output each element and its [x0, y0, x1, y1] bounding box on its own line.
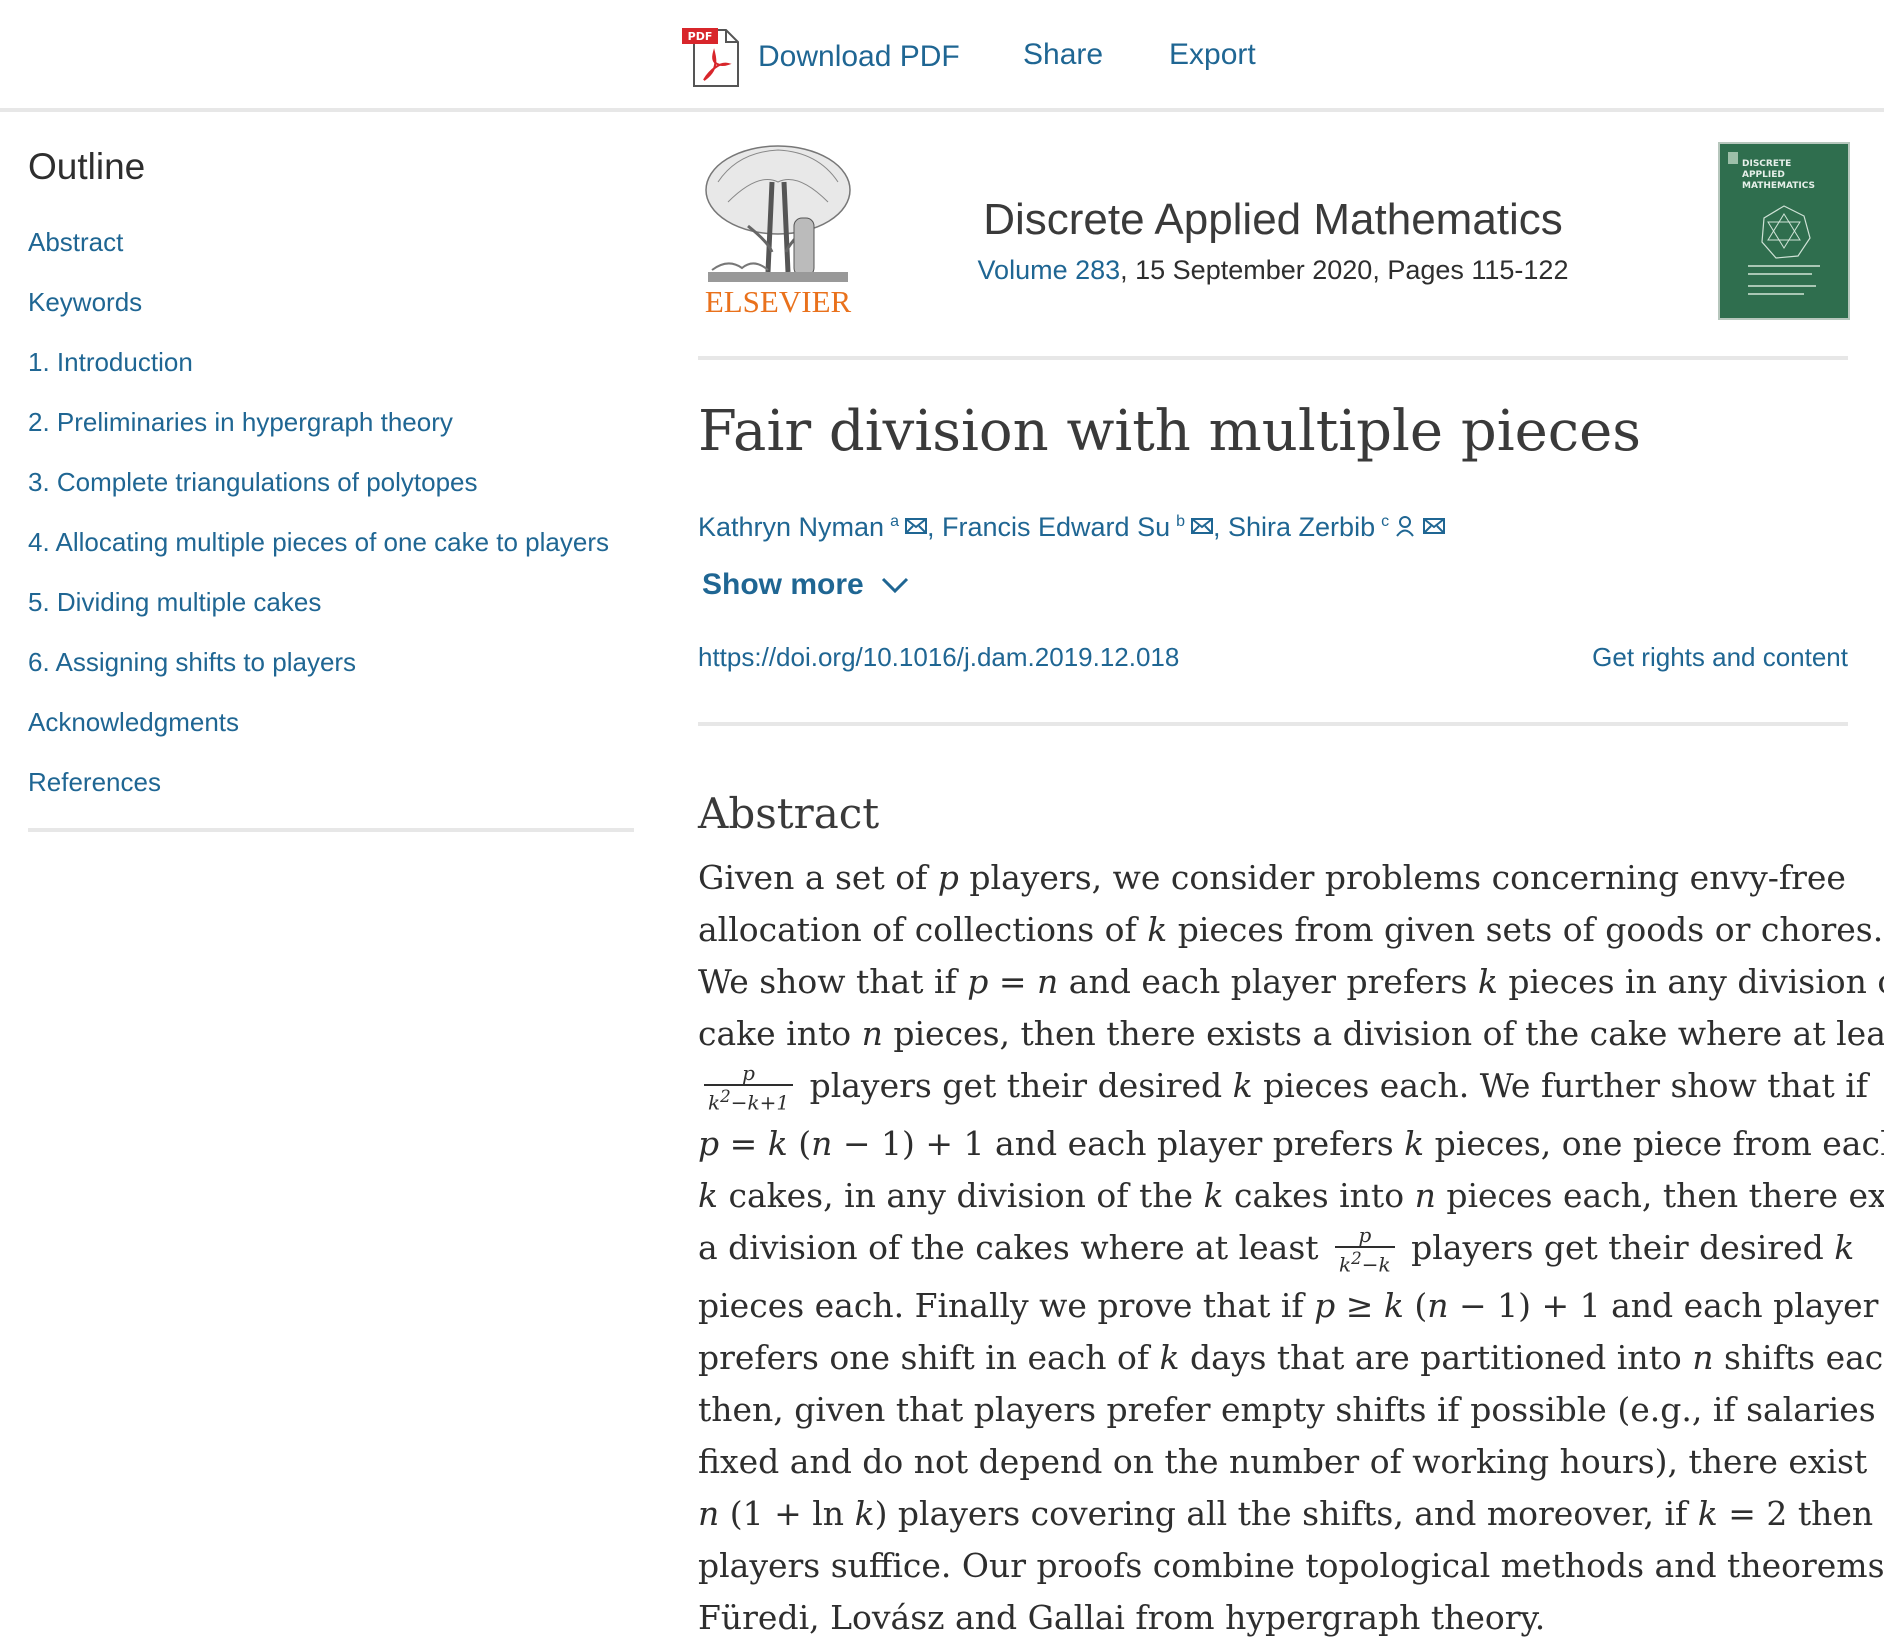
- author-link[interactable]: Kathryn Nyman: [698, 512, 884, 542]
- pdf-file-icon: PDF: [682, 28, 739, 87]
- author-link[interactable]: Shira Zerbib: [1228, 512, 1375, 542]
- outline-item-triangulations[interactable]: 3. Complete triangulations of polytopes: [28, 462, 634, 522]
- email-icon[interactable]: [1191, 517, 1213, 535]
- article-title: Fair division with multiple pieces: [698, 399, 1642, 464]
- affiliation-marker[interactable]: a: [890, 513, 899, 530]
- abstract-line: a division of the cakes where at least p…: [698, 1223, 1855, 1277]
- outline-sidebar: Outline Abstract Keywords 1. Introductio…: [28, 140, 634, 832]
- email-icon[interactable]: [904, 517, 927, 535]
- affiliation-marker[interactable]: b: [1176, 513, 1185, 530]
- issue-info: , 15 September 2020, Pages 115-122: [1120, 255, 1569, 285]
- abstract-line: cake into n pieces, then there exists a …: [698, 1014, 1884, 1053]
- publisher-name: ELSEVIER: [705, 284, 852, 319]
- journal-title-link[interactable]: Discrete Applied Mathematics: [868, 190, 1678, 250]
- outline-item-references[interactable]: References: [28, 762, 634, 822]
- abstract-heading: Abstract: [698, 789, 880, 838]
- affiliation-marker[interactable]: c: [1381, 513, 1389, 530]
- download-pdf-button[interactable]: PDF Download PDF: [680, 26, 960, 88]
- abstract-line: allocation of collections of k pieces fr…: [698, 910, 1884, 949]
- volume-link[interactable]: Volume 283: [978, 255, 1121, 285]
- chevron-down-icon: [881, 577, 908, 594]
- abstract-text: Given a set of p players, we consider pr…: [698, 852, 1884, 1644]
- email-icon[interactable]: [1422, 517, 1445, 535]
- journal-info: Discrete Applied Mathematics Volume 283,…: [868, 190, 1678, 290]
- outline-title: Outline: [28, 146, 146, 187]
- abstract-line: k cakes, in any division of the k cakes …: [698, 1176, 1884, 1215]
- get-rights-link[interactable]: Get rights and content: [1592, 642, 1848, 673]
- journal-cover-art: DISCRETE APPLIED MATHEMATICS: [1728, 152, 1820, 295]
- outline-item-introduction[interactable]: 1. Introduction: [28, 342, 634, 402]
- outline-item-keywords[interactable]: Keywords: [28, 282, 634, 342]
- abstract-line: pieces each. Finally we prove that if p …: [698, 1286, 1879, 1325]
- abstract-line: We show that if p = n and each player pr…: [698, 962, 1884, 1001]
- share-button[interactable]: Share: [1023, 38, 1103, 72]
- article-header-divider: [698, 722, 1848, 726]
- abstract-line: Füredi, Lovász and Gallai from hypergrap…: [698, 1598, 1546, 1637]
- show-more-label: Show more: [702, 568, 864, 601]
- outline-divider: [28, 828, 634, 832]
- abstract-line: then, given that players prefer empty sh…: [698, 1390, 1884, 1429]
- abstract-line: players suffice. Our proofs combine topo…: [698, 1546, 1884, 1585]
- outline-item-acknowledgments[interactable]: Acknowledgments: [28, 702, 634, 762]
- outline-item-abstract[interactable]: Abstract: [28, 222, 634, 282]
- fraction: p k2−k+1: [704, 1062, 794, 1114]
- author-list: Kathryn Nyman a, Francis Edward Su b, Shir…: [698, 502, 1445, 547]
- export-button[interactable]: Export: [1169, 38, 1256, 72]
- elsevier-tree-logo: [705, 145, 851, 282]
- outline-item-allocating[interactable]: 4. Allocating multiple pieces of one cak…: [28, 522, 634, 582]
- svg-text:PDF: PDF: [688, 30, 713, 43]
- journal-cover-text: DISCRETE APPLIED MATHEMATICS: [1742, 159, 1815, 191]
- abstract-line: p = k (n − 1) + 1 and each player prefer…: [698, 1124, 1884, 1163]
- abstract-line: prefers one shift in each of k days that…: [698, 1338, 1884, 1377]
- top-toolbar: PDF Download PDF Share Export: [0, 0, 1884, 112]
- doi-link[interactable]: https://doi.org/10.1016/j.dam.2019.12.01…: [698, 642, 1179, 673]
- author-link[interactable]: Francis Edward Su: [942, 512, 1170, 542]
- abstract-line: p k2−k+1 players get their desired k piec…: [698, 1060, 1868, 1118]
- fraction: p k2−k: [1335, 1224, 1395, 1276]
- author-separator: ,: [1213, 512, 1229, 542]
- abstract-line: n (1 + ln k) players covering all the sh…: [698, 1494, 1884, 1533]
- author-separator: ,: [926, 512, 942, 542]
- show-more-button[interactable]: Show more: [702, 568, 910, 602]
- abstract-line: Given a set of p players, we consider pr…: [698, 858, 1846, 897]
- journal-cover-thumbnail[interactable]: DISCRETE APPLIED MATHEMATICS: [1718, 142, 1850, 320]
- abstract-line: fixed and do not depend on the number of…: [698, 1442, 1868, 1481]
- outline-item-preliminaries[interactable]: 2. Preliminaries in hypergraph theory: [28, 402, 634, 462]
- person-icon[interactable]: [1395, 515, 1415, 537]
- outline-item-assigning-shifts[interactable]: 6. Assigning shifts to players: [28, 642, 634, 702]
- header-divider: [698, 356, 1848, 360]
- download-pdf-label: Download PDF: [758, 40, 960, 73]
- outline-item-dividing-cakes[interactable]: 5. Dividing multiple cakes: [28, 582, 634, 642]
- elsevier-logo[interactable]: ELSEVIER: [698, 142, 858, 320]
- journal-meta: Volume 283, 15 September 2020, Pages 115…: [868, 250, 1678, 290]
- outline-list: Abstract Keywords 1. Introduction 2. Pre…: [28, 222, 634, 822]
